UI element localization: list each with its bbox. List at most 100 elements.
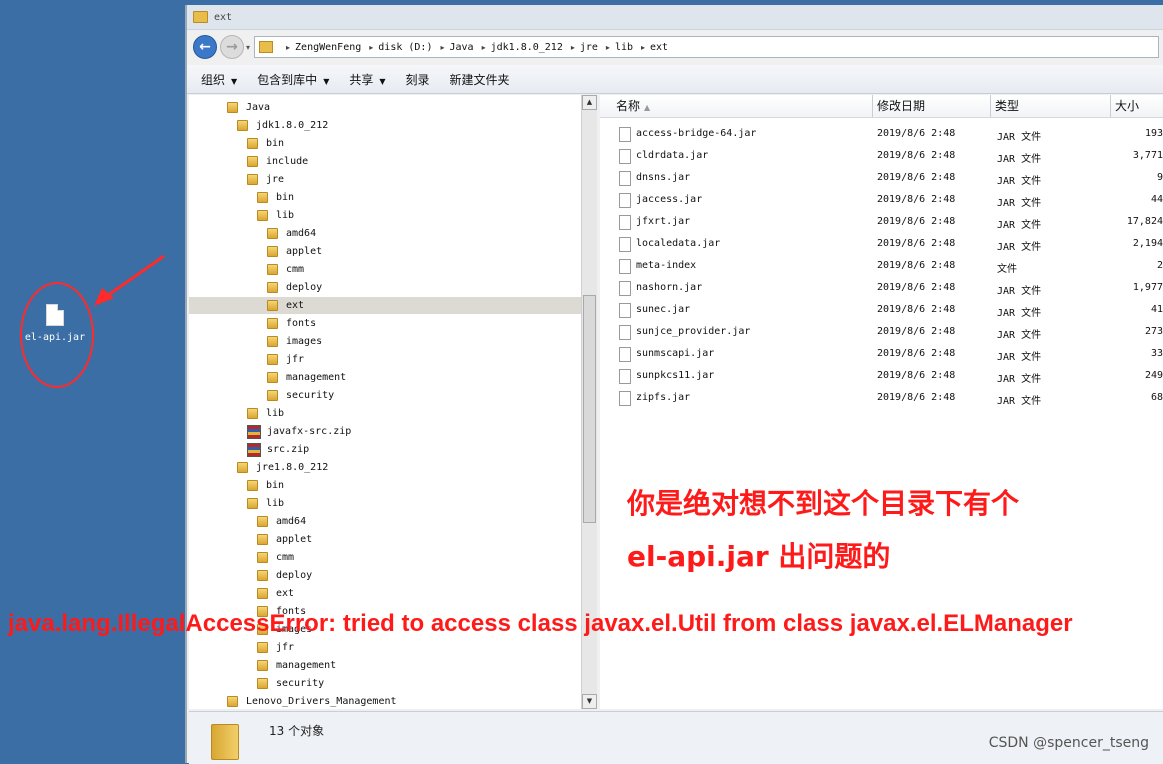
- scroll-thumb[interactable]: [583, 295, 596, 523]
- tree-item-label: Java: [246, 102, 271, 113]
- sort-ascending-icon: ▲: [644, 103, 651, 112]
- tree-item-label: jre: [266, 174, 285, 185]
- breadcrumb-jdk[interactable]: jdk1.8.0_212: [491, 42, 563, 53]
- new-folder-button[interactable]: 新建文件夹: [450, 71, 510, 88]
- scroll-down-button[interactable]: ▼: [582, 694, 597, 709]
- folder-icon: [227, 696, 238, 707]
- file-row[interactable]: meta-index 2019/8/6 2:48 文件 2: [600, 255, 1163, 277]
- share-button[interactable]: 共享 ▼: [349, 71, 385, 88]
- tree-item[interactable]: security: [189, 387, 581, 404]
- file-row[interactable]: jaccess.jar 2019/8/6 2:48 JAR 文件 44: [600, 189, 1163, 211]
- tree-item[interactable]: ext: [189, 297, 581, 314]
- tree-item[interactable]: src.zip: [189, 441, 581, 458]
- tree-item[interactable]: security: [189, 675, 581, 692]
- tree-item[interactable]: lib: [189, 495, 581, 512]
- file-icon: [619, 303, 631, 318]
- breadcrumb-disk-d[interactable]: disk (D:): [378, 42, 432, 53]
- tree-item[interactable]: jre1.8.0_212: [189, 459, 581, 476]
- tree-item[interactable]: amd64: [189, 225, 581, 242]
- tree-item[interactable]: management: [189, 369, 581, 386]
- tree-item[interactable]: bin: [189, 477, 581, 494]
- command-bar: 组织 ▼ 包含到库中 ▼ 共享 ▼ 刻录 新建文件夹: [187, 65, 1163, 94]
- breadcrumb-ext[interactable]: ext: [650, 42, 668, 53]
- recent-pages-dropdown[interactable]: ▾: [246, 43, 250, 52]
- file-row[interactable]: sunmscapi.jar 2019/8/6 2:48 JAR 文件 33: [600, 343, 1163, 365]
- burn-button[interactable]: 刻录: [406, 71, 430, 88]
- file-row[interactable]: sunjce_provider.jar 2019/8/6 2:48 JAR 文件 27…: [600, 321, 1163, 343]
- tree-item[interactable]: jfr: [189, 351, 581, 368]
- file-size: 68: [1150, 392, 1163, 403]
- breadcrumb-jre[interactable]: jre: [580, 42, 598, 53]
- tree-item-label: lib: [276, 210, 295, 221]
- chevron-icon[interactable]: ▸: [641, 43, 645, 52]
- file-date: 2019/8/6 2:48: [877, 304, 956, 315]
- tree-item-label: ext: [276, 588, 295, 599]
- tree-item-label: jre1.8.0_212: [256, 462, 329, 473]
- scroll-up-button[interactable]: ▲: [582, 95, 597, 110]
- column-name[interactable]: 名称 ▲: [600, 95, 873, 117]
- tree-item[interactable]: management: [189, 657, 581, 674]
- tree-item[interactable]: applet: [189, 243, 581, 260]
- tree-item[interactable]: Lenovo_Drivers_Management: [189, 693, 581, 709]
- address-bar[interactable]: ▸ ZengWenFeng ▸ disk (D:) ▸ Java ▸ jdk1.…: [254, 36, 1159, 58]
- tree-item[interactable]: cmm: [189, 261, 581, 278]
- tree-item[interactable]: lib: [189, 405, 581, 422]
- tree-item[interactable]: applet: [189, 531, 581, 548]
- include-library-label: 包含到库中: [257, 72, 318, 87]
- file-row[interactable]: jfxrt.jar 2019/8/6 2:48 JAR 文件 17,824: [600, 211, 1163, 233]
- tree-item[interactable]: javafx-src.zip: [189, 423, 581, 440]
- back-button[interactable]: ←: [193, 35, 217, 59]
- file-row[interactable]: sunec.jar 2019/8/6 2:48 JAR 文件 41: [600, 299, 1163, 321]
- tree-item[interactable]: images: [189, 333, 581, 350]
- chevron-icon[interactable]: ▸: [286, 43, 290, 52]
- tree-item[interactable]: lib: [189, 207, 581, 224]
- file-row[interactable]: dnsns.jar 2019/8/6 2:48 JAR 文件 9: [600, 167, 1163, 189]
- file-date: 2019/8/6 2:48: [877, 370, 956, 381]
- tree-item-label: security: [286, 390, 335, 401]
- tree-item[interactable]: deploy: [189, 279, 581, 296]
- column-type[interactable]: 类型: [991, 95, 1111, 117]
- file-icon: [619, 149, 631, 164]
- chevron-icon[interactable]: ▸: [482, 43, 486, 52]
- tree-item[interactable]: bin: [189, 189, 581, 206]
- tree-item[interactable]: jre: [189, 171, 581, 188]
- chevron-icon[interactable]: ▸: [440, 43, 444, 52]
- chevron-icon[interactable]: ▸: [606, 43, 610, 52]
- file-icon: [619, 325, 631, 340]
- file-row[interactable]: sunpkcs11.jar 2019/8/6 2:48 JAR 文件 249: [600, 365, 1163, 387]
- forward-button[interactable]: →: [220, 35, 244, 59]
- tree-item[interactable]: jdk1.8.0_212: [189, 117, 581, 134]
- organize-button[interactable]: 组织 ▼: [201, 71, 237, 88]
- tree-item[interactable]: amd64: [189, 513, 581, 530]
- include-in-library-button[interactable]: 包含到库中 ▼: [257, 71, 329, 88]
- file-size: 193: [1144, 128, 1163, 139]
- tree-item-label: amd64: [276, 516, 307, 527]
- file-row[interactable]: cldrdata.jar 2019/8/6 2:48 JAR 文件 3,771: [600, 145, 1163, 167]
- chevron-icon[interactable]: ▸: [369, 43, 373, 52]
- breadcrumb-java[interactable]: Java: [449, 42, 473, 53]
- tree-item[interactable]: deploy: [189, 567, 581, 584]
- tree-item[interactable]: cmm: [189, 549, 581, 566]
- file-row[interactable]: access-bridge-64.jar 2019/8/6 2:48 JAR 文件 1…: [600, 123, 1163, 145]
- file-row[interactable]: zipfs.jar 2019/8/6 2:48 JAR 文件 68: [600, 387, 1163, 409]
- file-row[interactable]: nashorn.jar 2019/8/6 2:48 JAR 文件 1,977: [600, 277, 1163, 299]
- error-message-annotation: java.lang.IllegalAccessError: tried to a…: [8, 610, 1073, 637]
- file-row[interactable]: localedata.jar 2019/8/6 2:48 JAR 文件 2,194: [600, 233, 1163, 255]
- chevron-icon[interactable]: ▸: [571, 43, 575, 52]
- file-date: 2019/8/6 2:48: [877, 326, 956, 337]
- tree-item[interactable]: bin: [189, 135, 581, 152]
- breadcrumb-lib[interactable]: lib: [615, 42, 633, 53]
- tree-item[interactable]: include: [189, 153, 581, 170]
- tree-item[interactable]: Java: [189, 99, 581, 116]
- tree-item[interactable]: fonts: [189, 315, 581, 332]
- breadcrumb-zengwenfeng[interactable]: ZengWenFeng: [295, 42, 361, 53]
- tree-item[interactable]: jfr: [189, 639, 581, 656]
- tree-item[interactable]: ext: [189, 585, 581, 602]
- column-modified[interactable]: 修改日期: [873, 95, 991, 117]
- file-size: 33: [1150, 348, 1163, 359]
- folder-icon: [237, 120, 248, 131]
- tree-item-label: lib: [266, 498, 285, 509]
- column-size[interactable]: 大小: [1111, 95, 1163, 117]
- annotation-arrow: [94, 254, 165, 306]
- navigation-bar: ← → ▾ ▸ ZengWenFeng ▸ disk (D:) ▸ Java ▸…: [187, 33, 1163, 61]
